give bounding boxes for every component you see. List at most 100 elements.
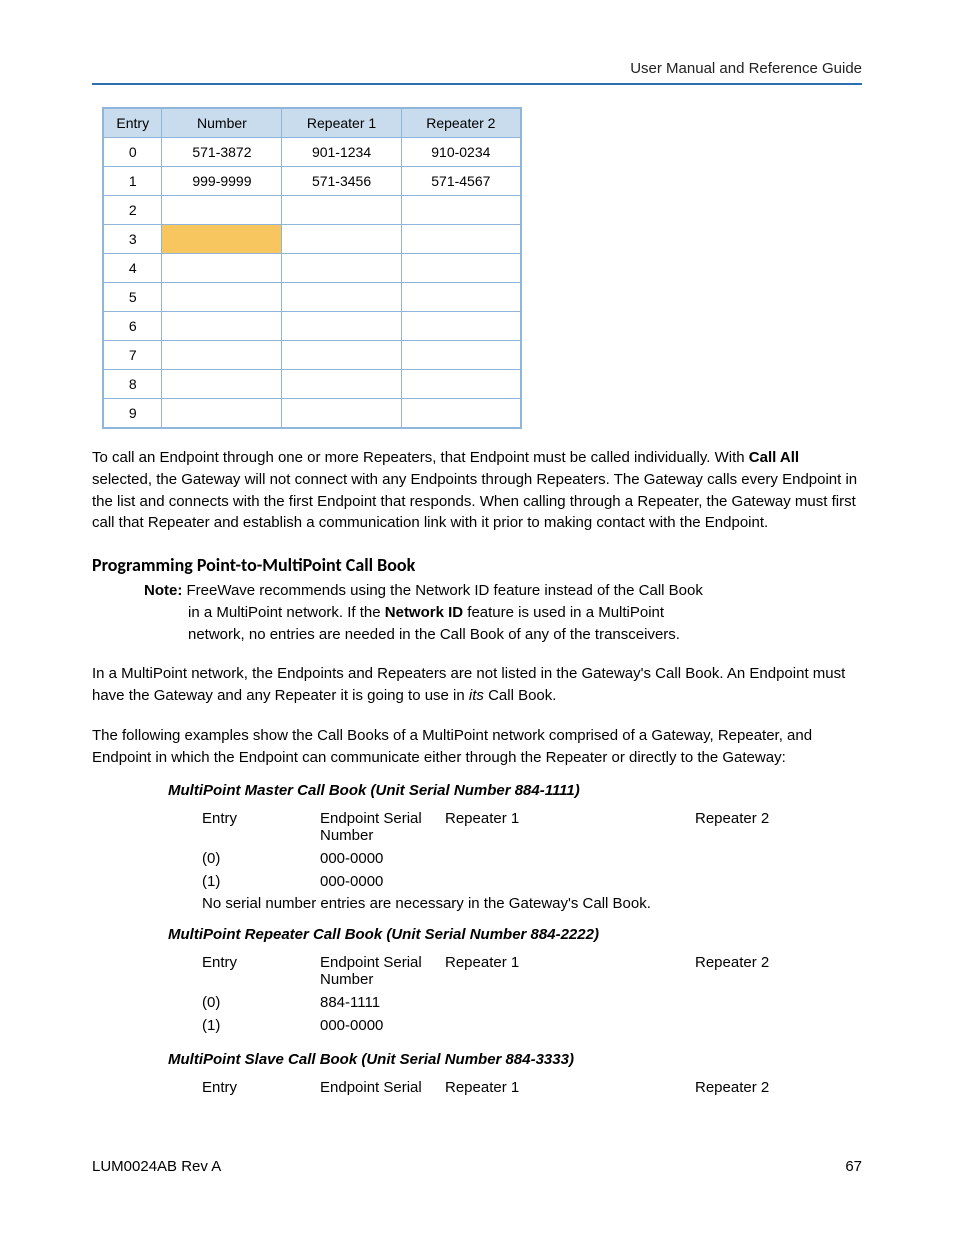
mini-col-header: Repeater 2 xyxy=(695,954,815,988)
table-row: 8 xyxy=(103,370,521,399)
mini-col-header: Repeater 1 xyxy=(445,810,695,844)
mini-row: (1)000-0000 xyxy=(202,1014,862,1037)
table-row: 1999-9999571-3456571-4567 xyxy=(103,167,521,196)
paragraph-multipoint-2: The following examples show the Call Boo… xyxy=(92,725,862,769)
mini-cell: (0) xyxy=(202,994,320,1011)
mini-cell xyxy=(445,1017,695,1034)
table-cell: 910-0234 xyxy=(401,138,521,167)
table-cell xyxy=(401,196,521,225)
header-rule xyxy=(92,83,862,85)
table-cell: 3 xyxy=(103,225,162,254)
table-cell xyxy=(162,225,282,254)
mini-cell: (1) xyxy=(202,1017,320,1034)
footer-pagenum: 67 xyxy=(845,1158,862,1175)
table-row: 3 xyxy=(103,225,521,254)
page-header-title: User Manual and Reference Guide xyxy=(92,60,862,77)
table-cell xyxy=(401,399,521,429)
table-cell xyxy=(162,399,282,429)
mini-cell: 000-0000 xyxy=(320,1017,445,1034)
table-cell xyxy=(162,196,282,225)
table-cell xyxy=(282,341,401,370)
col-header: Repeater 1 xyxy=(282,108,401,138)
table-row: 0571-3872901-1234910-0234 xyxy=(103,138,521,167)
table-cell xyxy=(162,283,282,312)
mini-row: (1)000-0000 xyxy=(202,870,862,893)
callbook-mini-table: EntryEndpoint SerialRepeater 1Repeater 2 xyxy=(202,1076,862,1099)
section-title: MultiPoint Slave Call Book (Unit Serial … xyxy=(168,1051,862,1068)
table-cell: 8 xyxy=(103,370,162,399)
mini-cell xyxy=(445,994,695,1011)
table-cell xyxy=(282,254,401,283)
table-cell: 901-1234 xyxy=(282,138,401,167)
table-row: 9 xyxy=(103,399,521,429)
table-cell xyxy=(282,196,401,225)
mini-cell: (1) xyxy=(202,873,320,890)
table-row: 4 xyxy=(103,254,521,283)
mini-col-header: Repeater 2 xyxy=(695,810,815,844)
table-cell xyxy=(401,283,521,312)
table-cell: 1 xyxy=(103,167,162,196)
table-cell xyxy=(282,399,401,429)
mini-cell xyxy=(445,873,695,890)
table-cell: 571-3456 xyxy=(282,167,401,196)
table-cell: 571-4567 xyxy=(401,167,521,196)
table-cell xyxy=(401,312,521,341)
col-header: Repeater 2 xyxy=(401,108,521,138)
table-row: 6 xyxy=(103,312,521,341)
table-cell xyxy=(282,283,401,312)
note-block: Note: FreeWave recommends using the Netw… xyxy=(144,580,764,645)
mini-col-header: Endpoint Serial Number xyxy=(320,954,445,988)
table-cell xyxy=(401,225,521,254)
table-cell: 2 xyxy=(103,196,162,225)
mini-col-header: Endpoint Serial Number xyxy=(320,810,445,844)
callbook-screenshot-table: EntryNumberRepeater 1Repeater 2 0571-387… xyxy=(102,107,522,429)
table-cell xyxy=(162,370,282,399)
mini-note: No serial number entries are necessary i… xyxy=(202,893,862,912)
mini-row: (0)884-1111 xyxy=(202,991,862,1014)
mini-cell xyxy=(445,850,695,867)
paragraph-multipoint-1: In a MultiPoint network, the Endpoints a… xyxy=(92,663,862,707)
table-cell: 4 xyxy=(103,254,162,283)
mini-col-header: Entry xyxy=(202,1079,320,1096)
mini-cell: 000-0000 xyxy=(320,873,445,890)
table-cell xyxy=(282,225,401,254)
table-cell: 9 xyxy=(103,399,162,429)
col-header: Number xyxy=(162,108,282,138)
table-cell: 571-3872 xyxy=(162,138,282,167)
table-cell xyxy=(282,312,401,341)
table-cell: 7 xyxy=(103,341,162,370)
table-cell xyxy=(282,370,401,399)
mini-cell xyxy=(695,850,815,867)
mini-cell xyxy=(695,1017,815,1034)
mini-col-header: Repeater 1 xyxy=(445,1079,695,1096)
section-title: MultiPoint Master Call Book (Unit Serial… xyxy=(168,782,862,799)
mini-col-header: Repeater 1 xyxy=(445,954,695,988)
table-cell: 0 xyxy=(103,138,162,167)
subheading-programming: Programming Point-to-MultiPoint Call Boo… xyxy=(92,554,862,576)
mini-col-header: Repeater 2 xyxy=(695,1079,815,1096)
table-row: 5 xyxy=(103,283,521,312)
table-cell xyxy=(401,254,521,283)
table-cell xyxy=(162,254,282,283)
page-footer: LUM0024AB Rev A 67 xyxy=(92,1158,862,1175)
table-cell: 999-9999 xyxy=(162,167,282,196)
mini-cell xyxy=(695,994,815,1011)
section-title: MultiPoint Repeater Call Book (Unit Seri… xyxy=(168,926,862,943)
callbook-mini-table: EntryEndpoint Serial NumberRepeater 1Rep… xyxy=(202,807,862,893)
table-cell xyxy=(401,341,521,370)
callbook-mini-table: EntryEndpoint Serial NumberRepeater 1Rep… xyxy=(202,951,862,1037)
table-row: 7 xyxy=(103,341,521,370)
mini-row: (0)000-0000 xyxy=(202,847,862,870)
mini-cell: (0) xyxy=(202,850,320,867)
paragraph-repeater-call: To call an Endpoint through one or more … xyxy=(92,447,862,534)
table-cell: 5 xyxy=(103,283,162,312)
col-header: Entry xyxy=(103,108,162,138)
mini-col-header: Entry xyxy=(202,810,320,844)
mini-cell xyxy=(695,873,815,890)
table-cell: 6 xyxy=(103,312,162,341)
table-cell xyxy=(401,370,521,399)
mini-cell: 000-0000 xyxy=(320,850,445,867)
mini-col-header: Entry xyxy=(202,954,320,988)
mini-col-header: Endpoint Serial xyxy=(320,1079,445,1096)
table-row: 2 xyxy=(103,196,521,225)
